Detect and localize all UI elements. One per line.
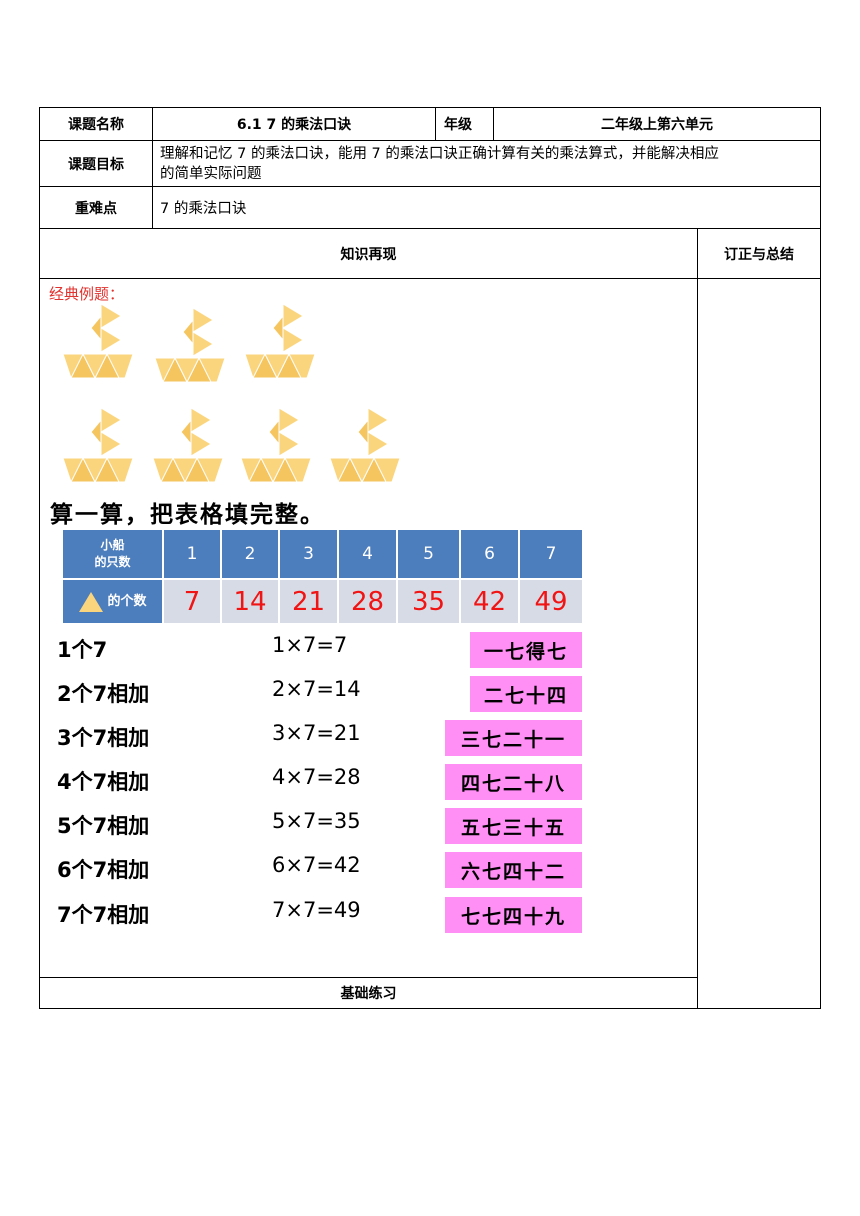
- koujue-badge: 五七三十五: [445, 808, 582, 844]
- koujue-badge: 二七十四: [470, 676, 582, 712]
- goal-line-1: 理解和记忆 7 的乘法口诀，能用 7 的乘法口诀正确计算有关的乘法算式，并能解决…: [160, 146, 719, 162]
- equation-text: 5×7=35: [272, 809, 361, 833]
- label-line: 的只数: [94, 555, 131, 569]
- boat-icon: [154, 307, 226, 383]
- goal-line-2: 的简单实际问题: [160, 166, 262, 182]
- boats-illustration: [62, 303, 401, 483]
- table-label-boats: 小船 的只数: [63, 530, 162, 578]
- koujue-badge: 三七二十一: [445, 720, 582, 756]
- equation-text: 6×7=42: [272, 853, 361, 877]
- equation-text: 7×7=49: [272, 898, 361, 922]
- boat-icon: [240, 407, 312, 483]
- phrase-text: 2个7相加: [57, 682, 150, 706]
- grade-label: 年级: [444, 117, 472, 133]
- equation-text: 2×7=14: [272, 677, 361, 701]
- triangle-count-cell: 35: [398, 580, 459, 623]
- equation-text: 3×7=21: [272, 721, 361, 745]
- topic-label: 课题名称: [68, 117, 124, 133]
- phrase-text: 5个7相加: [57, 814, 150, 838]
- boat-count-cell: 7: [520, 530, 582, 578]
- boat-icon: [62, 303, 134, 379]
- koujue-badge: 四七二十八: [445, 764, 582, 800]
- label-line: 小船: [100, 538, 125, 552]
- triangle-count-cell: 49: [520, 580, 582, 623]
- boat-count-cell: 6: [461, 530, 518, 578]
- triangle-count-cell: 28: [339, 580, 396, 623]
- phrase-text: 4个7相加: [57, 770, 150, 794]
- basic-practice-heading: 基础练习: [340, 986, 397, 1002]
- knowledge-heading: 知识再现: [340, 246, 397, 263]
- boat-icon: [244, 303, 316, 379]
- phrase-text: 3个7相加: [57, 726, 150, 750]
- equation-text: 4×7=28: [272, 765, 361, 789]
- phrase-text: 6个7相加: [57, 858, 150, 882]
- goal-value: 理解和记忆 7 的乘法口诀，能用 7 的乘法口诀正确计算有关的乘法算式，并能解决…: [160, 144, 820, 184]
- koujue-badge: 一七得七: [470, 632, 582, 668]
- label-text: 的个数: [107, 594, 147, 609]
- boat-icon: [329, 407, 401, 483]
- boat-icon: [62, 407, 134, 483]
- table-border: [697, 228, 698, 1009]
- boat-count-cell: 4: [339, 530, 396, 578]
- boat-count-cell: 1: [164, 530, 220, 578]
- koujue-badge: 七七四十九: [445, 897, 582, 933]
- table-border: [435, 107, 436, 141]
- triangle-count-cell: 14: [222, 580, 278, 623]
- key-label: 重难点: [75, 200, 117, 217]
- table-border: [820, 107, 821, 1009]
- table-border: [39, 1008, 821, 1009]
- phrase-text: 1个7: [57, 638, 108, 662]
- grade-value: 二年级上第六单元: [601, 117, 713, 133]
- table-border: [39, 140, 821, 141]
- correction-heading: 订正与总结: [724, 246, 794, 263]
- koujue-badge: 六七四十二: [445, 852, 582, 888]
- boat-count-cell: 3: [280, 530, 337, 578]
- phrase-text: 7个7相加: [57, 903, 150, 927]
- boat-count-cell: 5: [398, 530, 459, 578]
- table-border: [39, 278, 821, 279]
- goal-label: 课题目标: [68, 156, 124, 173]
- key-value: 7 的乘法口诀: [160, 201, 247, 217]
- boat-icon: [152, 407, 224, 483]
- triangle-count-cell: 21: [280, 580, 337, 623]
- equation-text: 1×7=7: [272, 633, 348, 657]
- triangle-count-cell: 42: [461, 580, 518, 623]
- boat-count-cell: 2: [222, 530, 278, 578]
- triangle-icon: [79, 591, 104, 612]
- table-label-triangles: 的个数: [63, 580, 162, 623]
- triangle-count-cell: 7: [164, 580, 220, 623]
- task-title: 算一算，把表格填完整。: [50, 501, 325, 528]
- topic-value: 6.1 7 的乘法口诀: [236, 117, 352, 133]
